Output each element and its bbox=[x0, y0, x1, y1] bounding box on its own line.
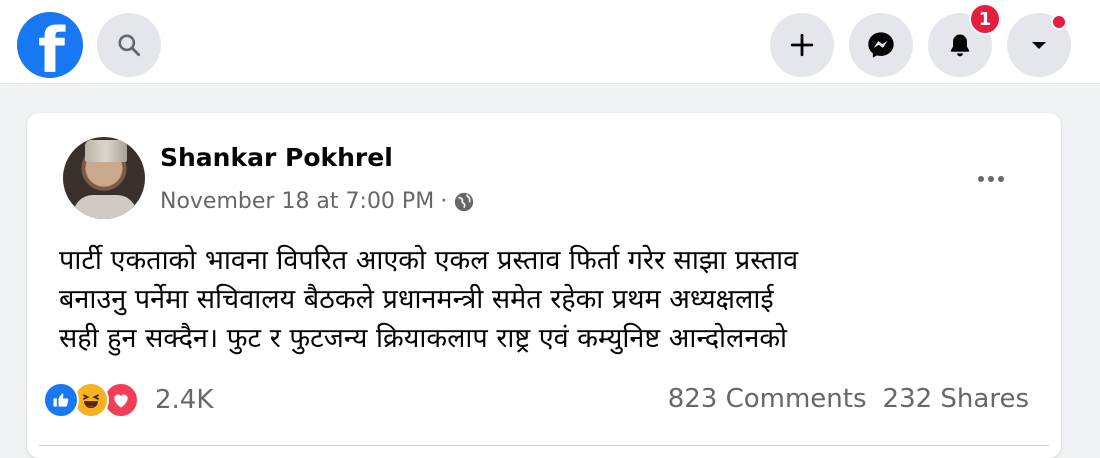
post-meta: November 18 at 7:00 PM · bbox=[160, 189, 475, 214]
reactions-summary[interactable]: 2.4K bbox=[43, 382, 213, 418]
more-dot-icon bbox=[988, 176, 994, 182]
actions-divider bbox=[39, 445, 1049, 446]
post-options-button[interactable] bbox=[971, 165, 1011, 193]
avatar[interactable] bbox=[63, 137, 145, 219]
post-card: Shankar Pokhrel November 18 at 7:00 PM ·… bbox=[27, 113, 1061, 458]
plus-icon bbox=[790, 33, 814, 57]
caret-down-icon bbox=[1032, 42, 1046, 49]
avatar-cap bbox=[85, 140, 127, 162]
post-text-line: पार्टी एकताको भावना विपरित आएको एकल प्रस… bbox=[59, 245, 799, 276]
more-dot-icon bbox=[978, 176, 984, 182]
engagement-stats: 823 Comments 232 Shares bbox=[668, 384, 1029, 414]
avatar-coat bbox=[73, 195, 137, 219]
create-button[interactable] bbox=[770, 13, 834, 77]
account-alert-dot bbox=[1051, 14, 1067, 30]
post-text-line: बनाउनु पर्नेमा सचिवालय बैठकले प्रधानमन्त… bbox=[59, 284, 774, 315]
facebook-logo-letter: f bbox=[38, 14, 65, 79]
bell-icon bbox=[950, 34, 970, 57]
top-navigation-bar: f 1 bbox=[0, 0, 1100, 84]
reaction-count: 2.4K bbox=[155, 385, 214, 415]
messenger-icon bbox=[868, 32, 894, 58]
search-button[interactable] bbox=[97, 13, 161, 77]
more-dot-icon bbox=[998, 176, 1004, 182]
comments-count[interactable]: 823 Comments bbox=[668, 384, 867, 414]
globe-icon bbox=[455, 192, 474, 211]
facebook-logo[interactable]: f bbox=[17, 12, 83, 78]
shares-count[interactable]: 232 Shares bbox=[883, 384, 1029, 414]
notification-badge: 1 bbox=[969, 3, 1001, 35]
post-body: पार्टी एकताको भावना विपरित आएको एकल प्रस… bbox=[59, 241, 1019, 358]
like-reaction-icon bbox=[43, 382, 79, 418]
meta-separator: · bbox=[440, 189, 448, 214]
post-author[interactable]: Shankar Pokhrel bbox=[160, 143, 393, 172]
post-text-line: सही हुन सक्दैन। फुट र फुटजन्य क्रियाकलाप… bbox=[59, 323, 788, 354]
messenger-button[interactable] bbox=[849, 13, 913, 77]
post-timestamp[interactable]: November 18 at 7:00 PM bbox=[160, 189, 434, 214]
search-icon bbox=[118, 34, 141, 57]
